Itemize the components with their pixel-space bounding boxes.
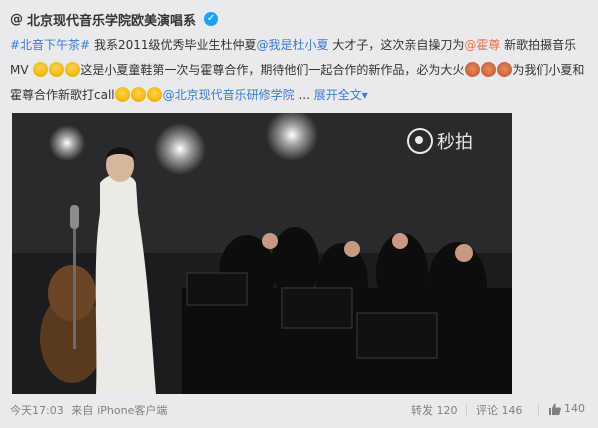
divider bbox=[538, 404, 539, 416]
thumbs-up-icon bbox=[549, 403, 561, 415]
post-body: #北音下午茶# 我系2011级优秀毕业生杜仲夏@我是杜小夏 大才子，这次亲自操刀… bbox=[10, 33, 588, 108]
post-header: @ 北京现代音乐学院欧美演唱系 ✓ bbox=[10, 8, 219, 30]
author-name[interactable]: 北京现代音乐学院欧美演唱系 bbox=[27, 10, 196, 29]
verified-badge-icon: ✓ bbox=[204, 12, 219, 26]
fire-emoji-icon bbox=[480, 62, 496, 77]
surprised-emoji-icon bbox=[115, 87, 131, 102]
hashtag-link[interactable]: #北音下午茶# bbox=[10, 38, 90, 52]
comment-count: 146 bbox=[501, 404, 523, 417]
video-player[interactable]: 秒拍 bbox=[12, 113, 512, 394]
at-symbol: @ bbox=[10, 11, 23, 27]
repost-label: 转发 bbox=[411, 404, 433, 417]
mention-link-3[interactable]: @北京现代音乐研修学院 bbox=[163, 88, 295, 102]
watermark-text: 秒拍 bbox=[437, 132, 473, 153]
post-footer: 今天17:03 来自 iPhone客户端 转发 120 评论 146 140 bbox=[0, 398, 598, 422]
post-text-4: 这是小夏童鞋第一次与霍尊合作，期待他们一起合作的新作品，必为大火 bbox=[80, 63, 465, 77]
video-frame bbox=[12, 113, 512, 394]
post-text-2: 大才子，这次亲自操刀为 bbox=[328, 38, 465, 52]
ellipsis: ... bbox=[294, 88, 314, 102]
chevron-down-icon[interactable]: ▾ bbox=[362, 88, 368, 102]
laugh-emoji-icon bbox=[64, 62, 80, 77]
post-meta: 今天17:03 来自 iPhone客户端 bbox=[10, 402, 171, 418]
source-prefix: 来自 bbox=[71, 404, 94, 417]
repost-button[interactable]: 转发 120 bbox=[411, 402, 458, 418]
mention-link-2[interactable]: @霍尊 bbox=[464, 38, 500, 52]
mention-link-1[interactable]: @我是杜小夏 bbox=[256, 38, 328, 52]
post-time[interactable]: 今天17:03 bbox=[10, 404, 64, 417]
miaopai-logo-icon bbox=[407, 128, 433, 154]
post-text-1: 我系2011级优秀毕业生杜仲夏 bbox=[90, 38, 257, 52]
laugh-emoji-icon bbox=[32, 62, 48, 77]
source-client[interactable]: iPhone客户端 bbox=[97, 404, 167, 417]
fire-emoji-icon bbox=[496, 62, 512, 77]
comment-label: 评论 bbox=[476, 404, 498, 417]
surprised-emoji-icon bbox=[147, 87, 163, 102]
like-count: 140 bbox=[564, 402, 585, 415]
surprised-emoji-icon bbox=[131, 87, 147, 102]
repost-count: 120 bbox=[436, 404, 458, 417]
laugh-emoji-icon bbox=[48, 62, 64, 77]
weibo-post-card: @ 北京现代音乐学院欧美演唱系 ✓ #北音下午茶# 我系2011级优秀毕业生杜仲… bbox=[0, 0, 598, 428]
expand-full-text-link[interactable]: 展开全文 bbox=[314, 88, 362, 102]
comment-button[interactable]: 评论 146 bbox=[476, 402, 523, 418]
divider bbox=[466, 404, 467, 416]
video-watermark: 秒拍 bbox=[407, 128, 473, 154]
like-button[interactable]: 140 bbox=[548, 402, 585, 415]
fire-emoji-icon bbox=[464, 62, 480, 77]
